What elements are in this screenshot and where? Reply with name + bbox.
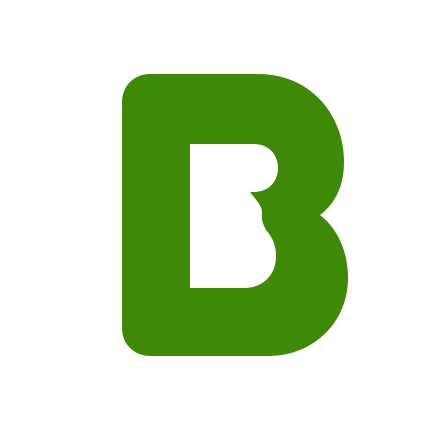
letter-b-glyph [122,74,348,356]
app-icon-canvas [0,0,434,434]
letter-b-logo-icon [122,74,348,356]
